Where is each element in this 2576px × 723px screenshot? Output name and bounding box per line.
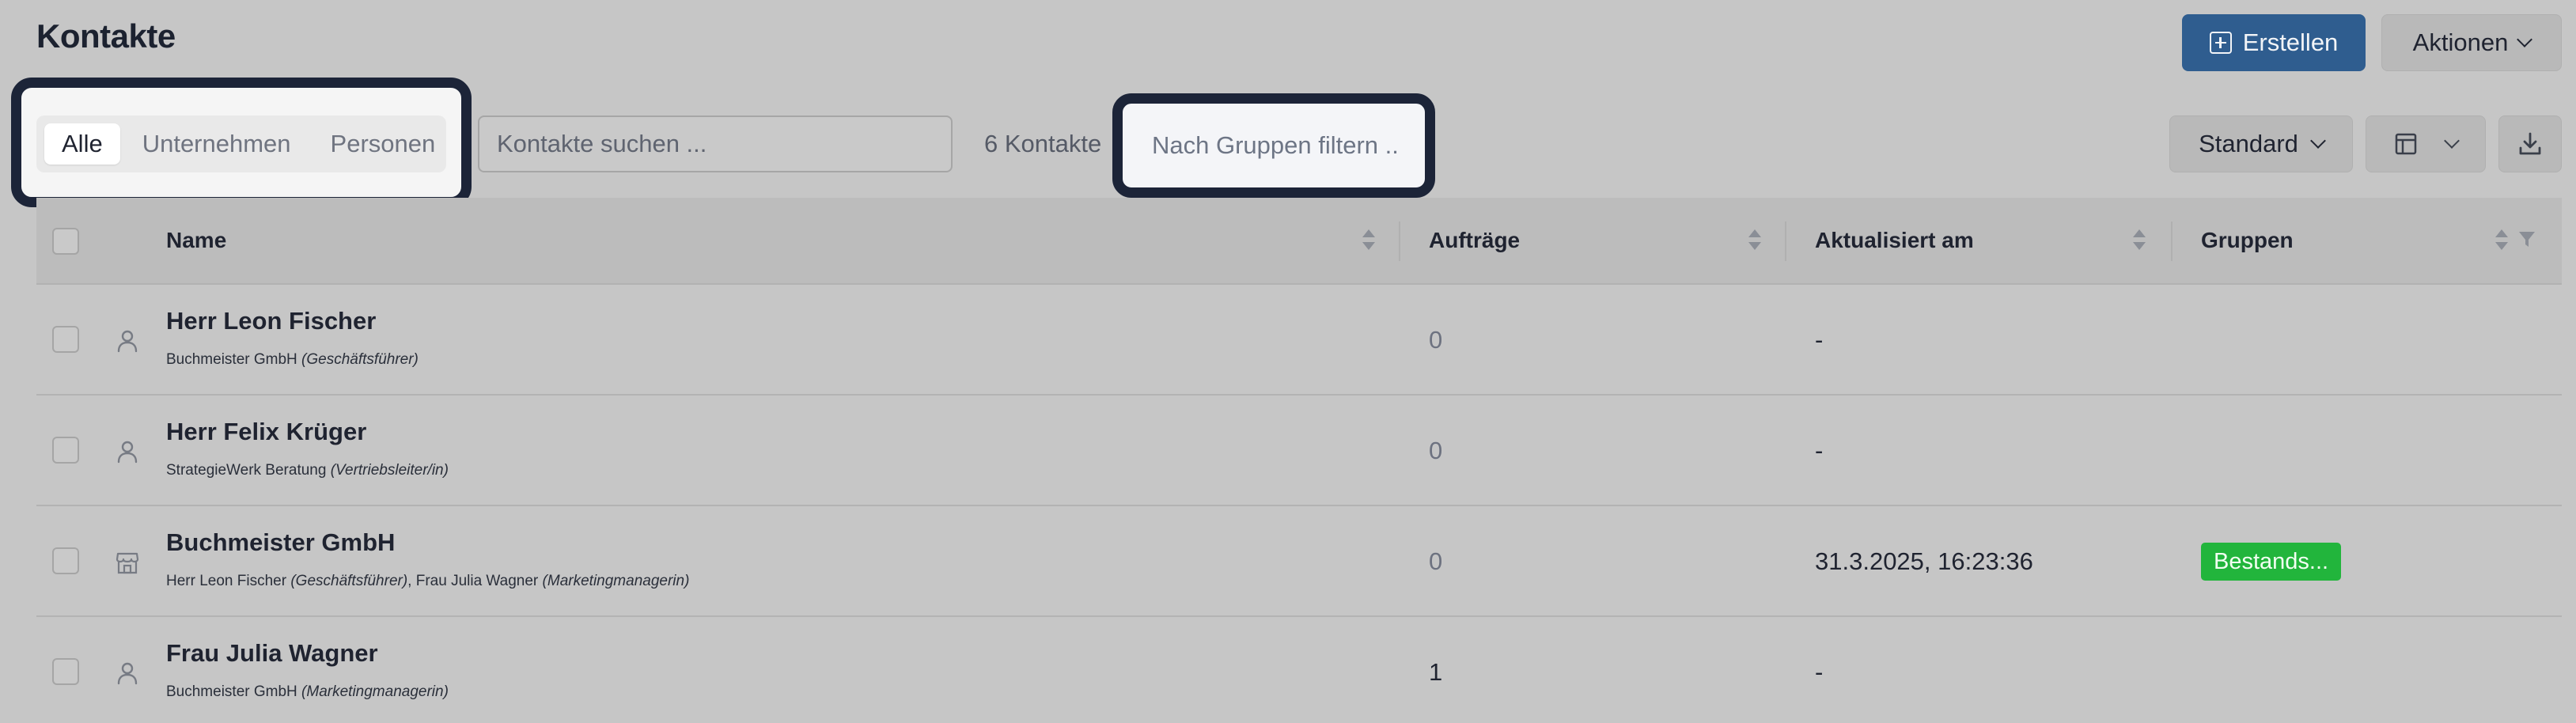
- search-input[interactable]: [478, 115, 953, 172]
- orders-count: 1: [1429, 658, 1443, 686]
- column-header-updated[interactable]: Aktualisiert am: [1815, 228, 1974, 253]
- contact-relation: Buchmeister GmbH (Marketingmanagerin): [166, 683, 449, 700]
- table-row[interactable]: Herr Leon Fischer Buchmeister GmbH (Gesc…: [36, 285, 2562, 396]
- contact-relation: StrategieWerk Beratung (Vertriebsleiter/…: [166, 462, 449, 479]
- sort-icon[interactable]: [2133, 228, 2146, 252]
- person-icon: [117, 441, 138, 464]
- column-header-groups[interactable]: Gruppen: [2201, 228, 2294, 253]
- create-button-label: Erstellen: [2242, 28, 2339, 56]
- sort-icon[interactable]: [1362, 228, 1375, 252]
- sort-icon[interactable]: [1748, 228, 1761, 252]
- column-divider: [2171, 221, 2173, 261]
- company-icon: [116, 552, 139, 574]
- column-divider: [1399, 221, 1400, 261]
- contact-name[interactable]: Buchmeister GmbH: [166, 528, 395, 557]
- create-button[interactable]: Erstellen: [2182, 14, 2366, 71]
- contact-name[interactable]: Herr Felix Krüger: [166, 418, 366, 446]
- table-header: Name Aufträge Aktualisiert am Gruppen: [36, 198, 2562, 285]
- updated-at: -: [1815, 326, 1824, 354]
- row-checkbox[interactable]: [52, 326, 79, 353]
- actions-button[interactable]: Aktionen: [2381, 14, 2562, 71]
- person-icon: [117, 662, 138, 685]
- plus-square-icon: [2209, 32, 2232, 54]
- contact-relation: Herr Leon Fischer (Geschäftsführer), Fra…: [166, 573, 690, 589]
- contacts-table: Name Aufträge Aktualisiert am Gruppen He…: [36, 198, 2562, 723]
- view-select-label: Standard: [2199, 130, 2298, 157]
- segment-companies[interactable]: Unternehmen: [125, 123, 309, 165]
- segment-all[interactable]: Alle: [44, 123, 120, 165]
- contact-name[interactable]: Frau Julia Wagner: [166, 639, 378, 668]
- download-icon: [2519, 132, 2541, 155]
- updated-at: -: [1815, 658, 1824, 686]
- chevron-down-icon: [2444, 133, 2460, 149]
- group-badge[interactable]: Bestands...: [2201, 543, 2342, 581]
- updated-at: 31.3.2025, 16:23:36: [1815, 547, 2033, 575]
- orders-count: 0: [1429, 326, 1443, 354]
- contact-relation: Buchmeister GmbH (Geschäftsführer): [166, 351, 419, 368]
- table-row[interactable]: Herr Felix Krüger StrategieWerk Beratung…: [36, 396, 2562, 506]
- view-select-button[interactable]: Standard: [2169, 115, 2353, 172]
- columns-button[interactable]: [2366, 115, 2486, 172]
- filter-icon[interactable]: [2517, 229, 2536, 250]
- select-all-checkbox[interactable]: [52, 228, 79, 255]
- contact-type-filter: Alle Unternehmen Personen: [36, 115, 446, 172]
- sort-icon[interactable]: [2495, 228, 2508, 252]
- actions-button-label: Aktionen: [2412, 28, 2509, 56]
- contact-name[interactable]: Herr Leon Fischer: [166, 307, 376, 335]
- updated-at: -: [1815, 437, 1824, 464]
- row-checkbox[interactable]: [52, 547, 79, 574]
- segment-persons[interactable]: Personen: [313, 123, 453, 165]
- row-checkbox[interactable]: [52, 437, 79, 464]
- column-header-orders[interactable]: Aufträge: [1429, 228, 1520, 253]
- page-title: Kontakte: [36, 17, 176, 55]
- column-header-name[interactable]: Name: [166, 228, 226, 253]
- orders-count: 0: [1429, 437, 1443, 464]
- row-checkbox[interactable]: [52, 658, 79, 685]
- columns-layout-icon: [2395, 133, 2417, 155]
- group-filter-input[interactable]: [1133, 115, 1416, 176]
- orders-count: 0: [1429, 547, 1443, 575]
- chevron-down-icon: [2517, 32, 2533, 47]
- column-divider: [1785, 221, 1786, 261]
- contact-count: 6 Kontakte: [984, 130, 1102, 157]
- person-icon: [117, 330, 138, 353]
- download-button[interactable]: [2498, 115, 2562, 172]
- table-row[interactable]: Frau Julia Wagner Buchmeister GmbH (Mark…: [36, 617, 2562, 723]
- chevron-down-icon: [2310, 133, 2326, 149]
- table-row[interactable]: Buchmeister GmbH Herr Leon Fischer (Gesc…: [36, 506, 2562, 617]
